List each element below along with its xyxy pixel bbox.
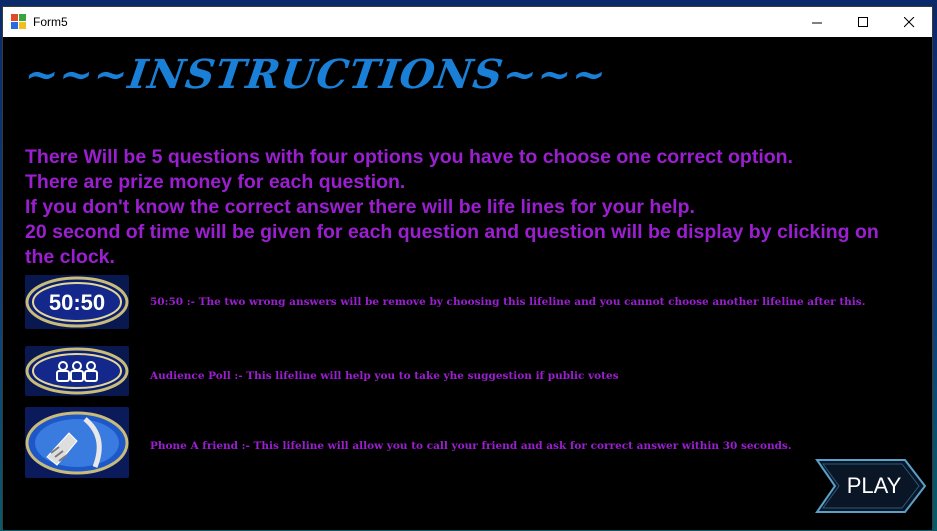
- instruction-line: There are prize money for each question.: [25, 171, 406, 193]
- app-window: Form5 ~~~INSTRUCTIONS~~~ There Will be 5…: [2, 6, 933, 530]
- fifty-fifty-description: 50:50 :- The two wrong answers will be r…: [150, 296, 866, 308]
- phone-a-friend-description: Phone A friend :- This lifeline will all…: [150, 440, 792, 452]
- instruction-line: If you don't know the correct answer the…: [25, 196, 695, 218]
- instruction-line: 20 second of time will be given for each…: [25, 221, 879, 268]
- maximize-button[interactable]: [840, 7, 886, 37]
- instructions-heading: ~~~INSTRUCTIONS~~~: [21, 51, 611, 98]
- fifty-fifty-label: 50:50: [49, 290, 105, 315]
- play-label: PLAY: [846, 473, 902, 498]
- form-content: ~~~INSTRUCTIONS~~~ There Will be 5 quest…: [3, 37, 932, 530]
- window-title: Form5: [33, 15, 68, 29]
- fifty-fifty-icon[interactable]: 50:50: [25, 275, 129, 329]
- instruction-line: There Will be 5 questions with four opti…: [25, 146, 793, 168]
- app-icon: [11, 14, 27, 30]
- instructions-text: There Will be 5 questions with four opti…: [25, 145, 905, 270]
- maximize-icon: [857, 16, 868, 27]
- minimize-button[interactable]: [794, 7, 840, 37]
- close-button[interactable]: [886, 7, 932, 37]
- minimize-icon: [811, 22, 822, 23]
- audience-poll-description: Audience Poll :- This lifeline will help…: [150, 370, 619, 382]
- phone-a-friend-icon[interactable]: [25, 407, 129, 478]
- audience-poll-icon[interactable]: [25, 346, 129, 396]
- play-button[interactable]: PLAY: [815, 458, 927, 514]
- title-bar[interactable]: Form5: [3, 7, 932, 37]
- close-icon: [903, 16, 914, 27]
